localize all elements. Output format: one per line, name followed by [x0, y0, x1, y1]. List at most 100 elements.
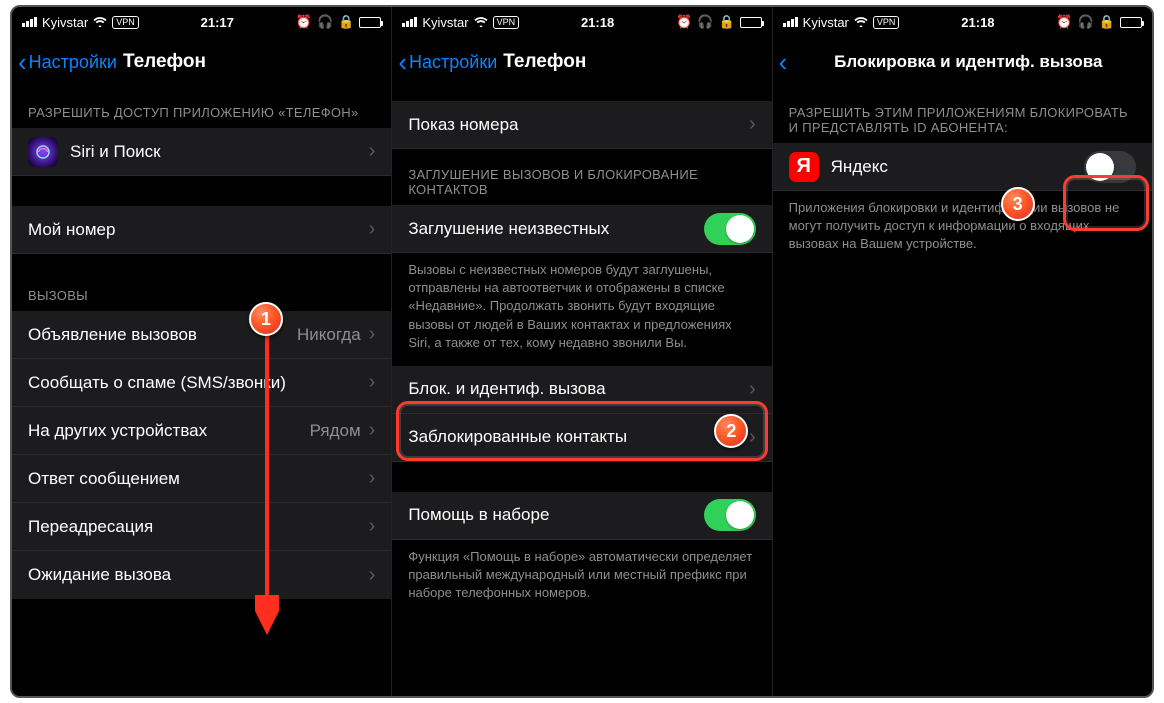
cell-announce-calls[interactable]: Объявление вызовов Никогда › — [12, 311, 391, 359]
chevron-right-icon: › — [369, 564, 376, 587]
settings-list[interactable]: РАЗРЕШИТЬ ДОСТУП ПРИЛОЖЕНИЮ «ТЕЛЕФОН» Si… — [12, 87, 391, 696]
chevron-right-icon: › — [369, 419, 376, 442]
wifi-icon — [474, 15, 488, 30]
chevron-right-icon: › — [369, 218, 376, 241]
chevron-right-icon: › — [749, 426, 756, 449]
group-header-calls: ВЫЗОВЫ — [12, 254, 391, 311]
cell-show-number[interactable]: Показ номера › — [392, 101, 771, 149]
page-title: Блокировка и идентиф. вызова — [834, 52, 1102, 72]
carrier-label: Kyivstar — [422, 15, 468, 30]
cell-other-devices[interactable]: На других устройствах Рядом › — [12, 407, 391, 455]
cell-my-number[interactable]: Мой номер › — [12, 206, 391, 254]
settings-list[interactable]: РАЗРЕШИТЬ ЭТИМ ПРИЛОЖЕНИЯМ БЛОКИРОВАТЬ И… — [773, 87, 1152, 696]
battery-icon — [740, 17, 762, 28]
page-title: Телефон — [503, 51, 586, 73]
nav-bar: ‹ Настройки Телефон — [12, 37, 391, 87]
group-header-allow-apps: РАЗРЕШИТЬ ЭТИМ ПРИЛОЖЕНИЯМ БЛОКИРОВАТЬ И… — [773, 87, 1152, 143]
toggle-silence-unknown[interactable] — [704, 213, 756, 245]
toggle-dial-assist[interactable] — [704, 499, 756, 531]
headphones-icon: 🎧 — [697, 14, 713, 30]
back-label: Настройки — [409, 52, 497, 73]
signal-icon — [783, 17, 798, 27]
carrier-label: Kyivstar — [42, 15, 88, 30]
chevron-right-icon: › — [369, 323, 376, 346]
cell-call-waiting[interactable]: Ожидание вызова › — [12, 551, 391, 599]
cell-label: Ожидание вызова — [28, 565, 369, 585]
cell-label: Заблокированные контакты — [408, 427, 749, 447]
signal-icon — [22, 17, 37, 27]
cell-detail: Никогда — [297, 325, 361, 345]
chevron-right-icon: › — [369, 140, 376, 163]
annotation-badge-1: 1 — [249, 302, 283, 336]
cell-label: Мой номер — [28, 220, 369, 240]
tutorial-canvas: Kyivstar VPN 21:17 ⏰ 🎧 🔒 ‹ Настройки Тел… — [10, 5, 1154, 698]
vpn-icon: VPN — [873, 16, 900, 29]
status-bar: Kyivstar VPN 21:18 ⏰ 🎧 🔒 — [773, 7, 1152, 37]
wifi-icon — [93, 15, 107, 30]
group-footer-silence: Вызовы с неизвестных номеров будут заглу… — [392, 253, 771, 358]
back-button[interactable]: ‹ — [779, 49, 788, 75]
cell-label: Сообщать о спаме (SMS/звонки) — [28, 373, 369, 393]
screen-1: Kyivstar VPN 21:17 ⏰ 🎧 🔒 ‹ Настройки Тел… — [12, 7, 392, 696]
cell-block-and-id[interactable]: Блок. и идентиф. вызова › — [392, 366, 771, 414]
group-header-allow: РАЗРЕШИТЬ ДОСТУП ПРИЛОЖЕНИЮ «ТЕЛЕФОН» — [12, 87, 391, 128]
cell-label: Siri и Поиск — [70, 142, 369, 162]
cell-label: Яндекс — [831, 157, 1084, 177]
chevron-right-icon: › — [369, 467, 376, 490]
vpn-icon: VPN — [112, 16, 139, 29]
back-button[interactable]: ‹ Настройки — [18, 49, 117, 75]
vpn-icon: VPN — [493, 16, 520, 29]
battery-icon — [1120, 17, 1142, 28]
alarm-icon: ⏰ — [296, 14, 312, 30]
cell-forwarding[interactable]: Переадресация › — [12, 503, 391, 551]
headphones-icon: 🎧 — [317, 14, 333, 30]
signal-icon — [402, 17, 417, 27]
page-title: Телефон — [123, 51, 206, 73]
cell-silence-unknown[interactable]: Заглушение неизвестных — [392, 205, 771, 253]
chevron-right-icon: › — [369, 515, 376, 538]
cell-label: Заглушение неизвестных — [408, 219, 703, 239]
cell-label: Помощь в наборе — [408, 505, 703, 525]
clock: 21:17 — [201, 15, 234, 30]
group-header-silence: ЗАГЛУШЕНИЕ ВЫЗОВОВ И БЛОКИРОВАНИЕ КОНТАК… — [392, 149, 771, 205]
settings-list[interactable]: Показ номера › ЗАГЛУШЕНИЕ ВЫЗОВОВ И БЛОК… — [392, 87, 771, 696]
group-footer-info: Приложения блокировки и идентификации вы… — [773, 191, 1152, 260]
chevron-left-icon: ‹ — [398, 49, 407, 75]
nav-bar: ‹ Блокировка и идентиф. вызова — [773, 37, 1152, 87]
cell-label: Показ номера — [408, 115, 749, 135]
cell-label: На других устройствах — [28, 421, 310, 441]
cell-yandex[interactable]: Я Яндекс — [773, 143, 1152, 191]
battery-icon — [359, 17, 381, 28]
yandex-icon: Я — [789, 152, 819, 182]
alarm-icon: ⏰ — [1056, 14, 1072, 30]
orientation-lock-icon: 🔒 — [338, 14, 354, 30]
headphones-icon: 🎧 — [1078, 14, 1094, 30]
back-label: Настройки — [29, 52, 117, 73]
clock: 21:18 — [581, 15, 614, 30]
clock: 21:18 — [961, 15, 994, 30]
alarm-icon: ⏰ — [676, 14, 692, 30]
chevron-left-icon: ‹ — [779, 49, 788, 75]
status-bar: Kyivstar VPN 21:17 ⏰ 🎧 🔒 — [12, 7, 391, 37]
status-bar: Kyivstar VPN 21:18 ⏰ 🎧 🔒 — [392, 7, 771, 37]
chevron-left-icon: ‹ — [18, 49, 27, 75]
cell-detail: Рядом — [310, 421, 361, 441]
chevron-right-icon: › — [749, 378, 756, 401]
cell-spam-report[interactable]: Сообщать о спаме (SMS/звонки) › — [12, 359, 391, 407]
back-button[interactable]: ‹ Настройки — [398, 49, 497, 75]
orientation-lock-icon: 🔒 — [718, 14, 734, 30]
cell-label: Блок. и идентиф. вызова — [408, 379, 749, 399]
nav-bar: ‹ Настройки Телефон — [392, 37, 771, 87]
screen-2: Kyivstar VPN 21:18 ⏰ 🎧 🔒 ‹ Настройки Тел… — [392, 7, 772, 696]
group-footer-dial-assist: Функция «Помощь в наборе» автоматически … — [392, 540, 771, 609]
annotation-badge-3: 3 — [1001, 187, 1035, 221]
cell-label: Переадресация — [28, 517, 369, 537]
chevron-right-icon: › — [369, 371, 376, 394]
chevron-right-icon: › — [749, 113, 756, 136]
cell-siri[interactable]: Siri и Поиск › — [12, 128, 391, 176]
toggle-yandex[interactable] — [1084, 151, 1136, 183]
cell-reply-message[interactable]: Ответ сообщением › — [12, 455, 391, 503]
carrier-label: Kyivstar — [803, 15, 849, 30]
cell-label: Ответ сообщением — [28, 469, 369, 489]
cell-dial-assist[interactable]: Помощь в наборе — [392, 492, 771, 540]
